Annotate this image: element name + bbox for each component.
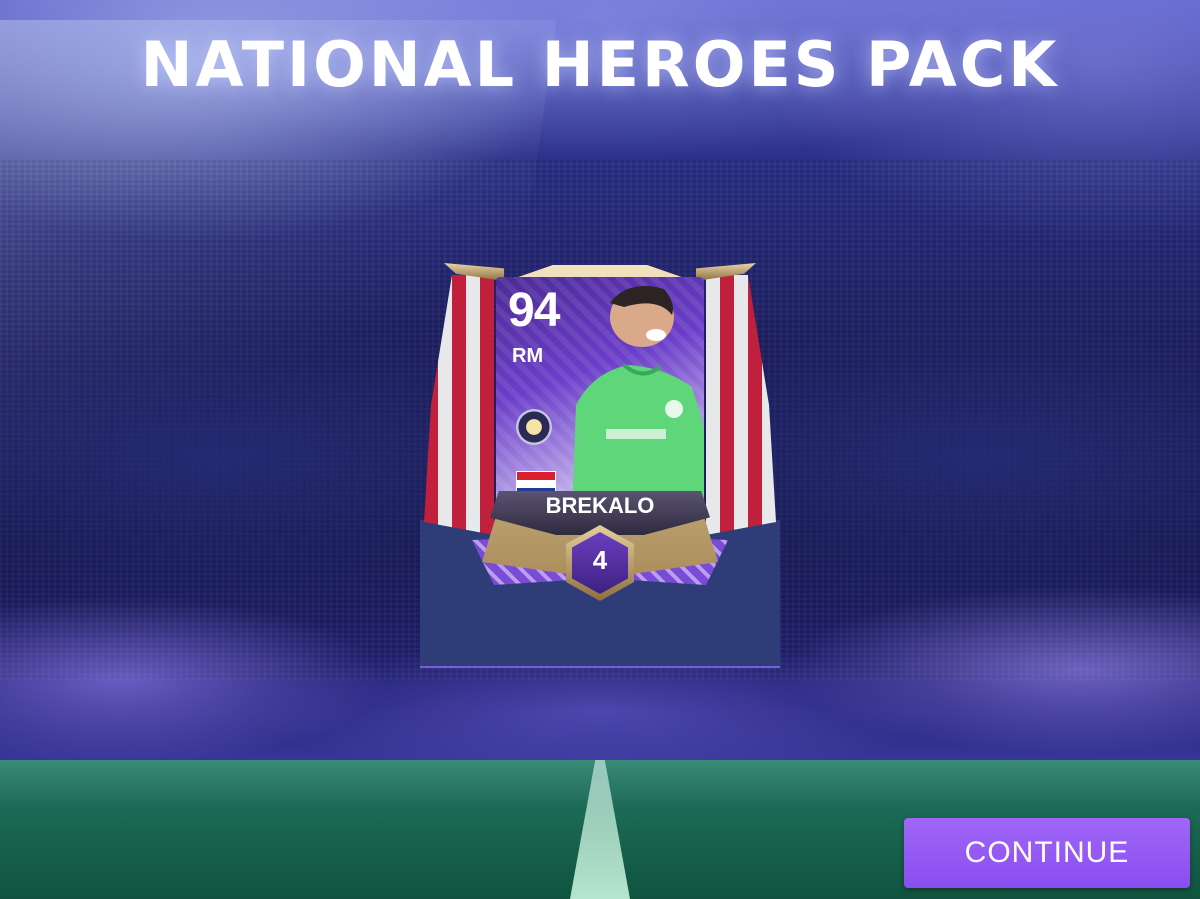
player-rating: 94	[508, 284, 560, 337]
club-badge-icon	[516, 409, 552, 445]
continue-button[interactable]: CONTINUE	[904, 818, 1190, 888]
player-image	[572, 286, 704, 515]
player-name: BREKALO	[545, 493, 655, 518]
player-position: RM	[512, 345, 544, 367]
croatia-banner-left	[424, 275, 494, 535]
pack-title: NATIONAL HEROES PACK	[140, 28, 1060, 101]
player-card[interactable]: 94 RM BREKALO 4	[420, 255, 780, 615]
card-face: 94 RM	[496, 277, 704, 515]
card-level: 4	[592, 545, 608, 575]
croatia-banner-right	[706, 275, 776, 535]
